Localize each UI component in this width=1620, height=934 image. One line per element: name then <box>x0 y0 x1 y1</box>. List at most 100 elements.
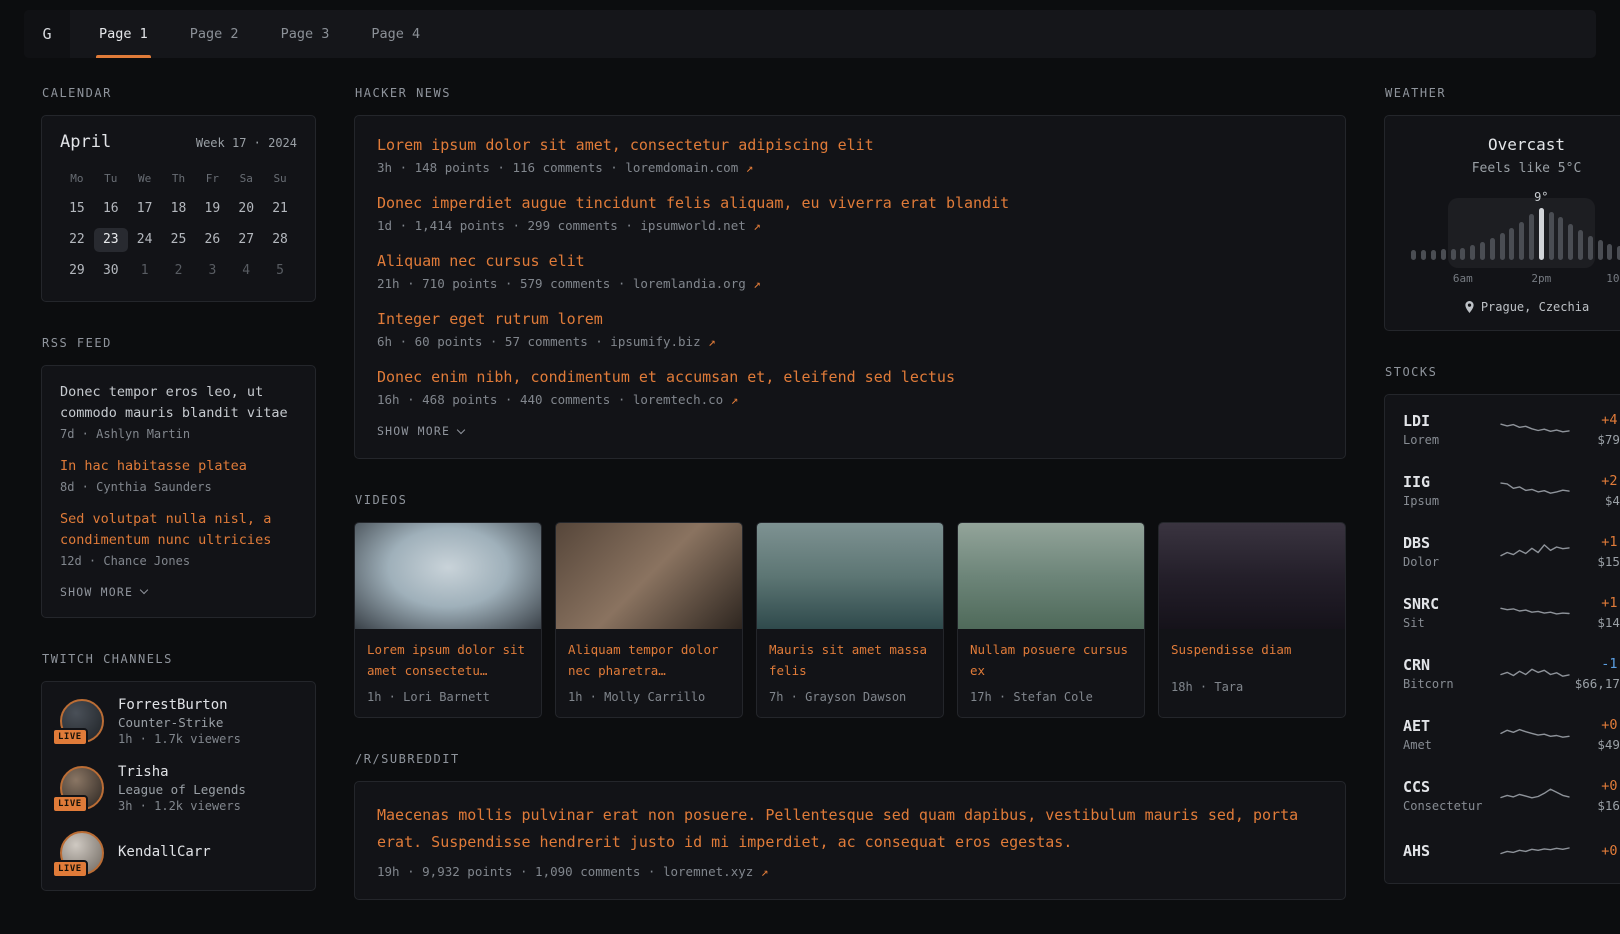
external-link-icon[interactable]: ↗ <box>753 218 761 233</box>
stock-price: $148.64 <box>1597 615 1620 630</box>
video-card[interactable]: Mauris sit amet massa felis 7h · Grayson… <box>756 522 944 718</box>
video-title[interactable]: Aliquam tempor dolor nec pharetra… <box>556 629 742 681</box>
calendar-day[interactable]: 3 <box>195 259 229 283</box>
calendar-day[interactable]: 30 <box>94 259 128 283</box>
weather-temp-bar <box>1451 249 1456 260</box>
calendar-day[interactable]: 25 <box>162 228 196 252</box>
calendar-month: April <box>60 132 111 152</box>
twitch-channel[interactable]: LIVE KendallCarr <box>60 831 297 875</box>
rss-card: Donec tempor eros leo, ut commodo mauris… <box>41 365 316 618</box>
tab-page-3[interactable]: Page 3 <box>260 10 351 58</box>
weather-temp-bar <box>1558 217 1563 260</box>
stock-symbol: AET <box>1403 717 1499 735</box>
video-title[interactable]: Nullam posuere cursus ex <box>958 629 1144 681</box>
calendar-day[interactable]: 4 <box>229 259 263 283</box>
stock-change: +0.51% <box>1597 778 1620 794</box>
live-badge: LIVE <box>52 860 88 878</box>
video-thumbnail[interactable] <box>757 523 943 629</box>
twitch-channel[interactable]: LIVE ForrestBurton Counter-Strike 1h · 1… <box>60 697 297 746</box>
video-title[interactable]: Mauris sit amet massa felis <box>757 629 943 681</box>
rss-item-meta: 12d · Chance Jones <box>60 554 297 568</box>
hn-show-more-button[interactable]: SHOW MORE <box>377 424 1323 438</box>
tab-page-2[interactable]: Page 2 <box>169 10 260 58</box>
hn-item-title[interactable]: Donec imperdiet augue tincidunt felis al… <box>377 194 1323 212</box>
weather-temp-bar <box>1421 250 1426 260</box>
stock-identity: AET Amet <box>1403 717 1499 752</box>
calendar-day[interactable]: 16 <box>94 197 128 221</box>
video-thumbnail[interactable] <box>556 523 742 629</box>
video-card[interactable]: Aliquam tempor dolor nec pharetra… 1h · … <box>555 522 743 718</box>
external-link-icon[interactable]: ↗ <box>753 276 761 291</box>
calendar-day[interactable]: 29 <box>60 259 94 283</box>
subreddit-post-title[interactable]: Maecenas mollis pulvinar erat non posuer… <box>377 802 1323 855</box>
weather-bar-slot <box>1605 208 1615 260</box>
stock-price: $66,171.48 <box>1575 676 1620 691</box>
stock-row[interactable]: DBS Dolor +1.42% $156.28 <box>1385 521 1620 582</box>
calendar-day[interactable]: 20 <box>229 197 263 221</box>
video-title[interactable]: Suspendisse diam <box>1159 629 1345 671</box>
rss-show-more-button[interactable]: SHOW MORE <box>60 585 297 599</box>
external-link-icon[interactable]: ↗ <box>731 392 739 407</box>
external-link-icon[interactable]: ↗ <box>708 334 716 349</box>
tab-page-1[interactable]: Page 1 <box>78 10 169 58</box>
weather-temp-bar <box>1539 208 1544 260</box>
calendar-day[interactable]: 5 <box>263 259 297 283</box>
external-link-icon[interactable]: ↗ <box>746 160 754 175</box>
chevron-down-icon <box>140 586 148 594</box>
twitch-channel-meta: 3h · 1.2k viewers <box>118 799 246 813</box>
stock-price: $795.18 <box>1597 432 1620 447</box>
twitch-channel-game: League of Legends <box>118 782 246 797</box>
hn-item-meta: 16h · 468 points · 440 comments · loremt… <box>377 392 1323 407</box>
chevron-down-icon <box>457 425 465 433</box>
calendar-day[interactable]: 17 <box>128 197 162 221</box>
stock-row[interactable]: LDI Lorem +4.35% $795.18 <box>1385 399 1620 460</box>
calendar-day[interactable]: 24 <box>128 228 162 252</box>
calendar-day[interactable]: 26 <box>195 228 229 252</box>
calendar-day[interactable]: 28 <box>263 228 297 252</box>
rss-item-meta: 8d · Cynthia Saunders <box>60 480 297 494</box>
stock-row[interactable]: CCS Consectetur +0.51% $165.84 <box>1385 765 1620 826</box>
rss-item-title[interactable]: Sed volutpat nulla nisl, a condimentum n… <box>60 509 297 551</box>
subreddit-card: Maecenas mollis pulvinar erat non posuer… <box>354 781 1346 900</box>
calendar-day[interactable]: 27 <box>229 228 263 252</box>
weather-temp-bar <box>1607 244 1612 260</box>
stock-row[interactable]: AHS +0.46% <box>1385 826 1620 879</box>
video-title[interactable]: Lorem ipsum dolor sit amet consectetu… <box>355 629 541 681</box>
calendar-day[interactable]: 15 <box>60 197 94 221</box>
stock-row[interactable]: IIG Ipsum +2.84% $42.04 <box>1385 460 1620 521</box>
video-thumbnail[interactable] <box>958 523 1144 629</box>
hn-item-title[interactable]: Aliquam nec cursus elit <box>377 252 1323 270</box>
hn-item-title[interactable]: Donec enim nibh, condimentum et accumsan… <box>377 368 1323 386</box>
rss-item-title[interactable]: Donec tempor eros leo, ut commodo mauris… <box>60 382 297 424</box>
weather-bar-slot <box>1527 208 1537 260</box>
calendar-day[interactable]: 19 <box>195 197 229 221</box>
video-thumbnail[interactable] <box>1159 523 1345 629</box>
rss-item-title[interactable]: In hac habitasse platea <box>60 456 297 477</box>
stock-row[interactable]: SNRC Sit +1.36% $148.64 <box>1385 582 1620 643</box>
weather-section-title: WEATHER <box>1385 86 1620 100</box>
tab-page-4[interactable]: Page 4 <box>350 10 441 58</box>
video-thumbnail[interactable] <box>355 523 541 629</box>
calendar-day[interactable]: 23 <box>94 228 128 252</box>
stock-row[interactable]: CRN Bitcorn -1.00% $66,171.48 <box>1385 643 1620 704</box>
stock-symbol: DBS <box>1403 534 1499 552</box>
calendar-dow-label: Th <box>162 172 196 185</box>
calendar-day[interactable]: 22 <box>60 228 94 252</box>
calendar-day[interactable]: 2 <box>162 259 196 283</box>
calendar-day[interactable]: 21 <box>263 197 297 221</box>
stock-row[interactable]: AET Amet +0.92% $499.72 <box>1385 704 1620 765</box>
calendar-day[interactable]: 1 <box>128 259 162 283</box>
stock-price: $156.28 <box>1597 554 1620 569</box>
video-card[interactable]: Lorem ipsum dolor sit amet consectetu… 1… <box>354 522 542 718</box>
twitch-channel-meta: 1h · 1.7k viewers <box>118 732 241 746</box>
hn-item-meta: 3h · 148 points · 116 comments · loremdo… <box>377 160 1323 175</box>
external-link-icon[interactable]: ↗ <box>761 864 769 879</box>
hn-item-title[interactable]: Integer eget rutrum lorem <box>377 310 1323 328</box>
video-card[interactable]: Nullam posuere cursus ex 17h · Stefan Co… <box>957 522 1145 718</box>
hn-item-title[interactable]: Lorem ipsum dolor sit amet, consectetur … <box>377 136 1323 154</box>
video-card[interactable]: Suspendisse diam 18h · Tara <box>1158 522 1346 718</box>
calendar-day[interactable]: 18 <box>162 197 196 221</box>
stock-identity: CCS Consectetur <box>1403 778 1499 813</box>
rss-item-meta: 7d · Ashlyn Martin <box>60 427 297 441</box>
twitch-channel[interactable]: LIVE Trisha League of Legends 3h · 1.2k … <box>60 764 297 813</box>
